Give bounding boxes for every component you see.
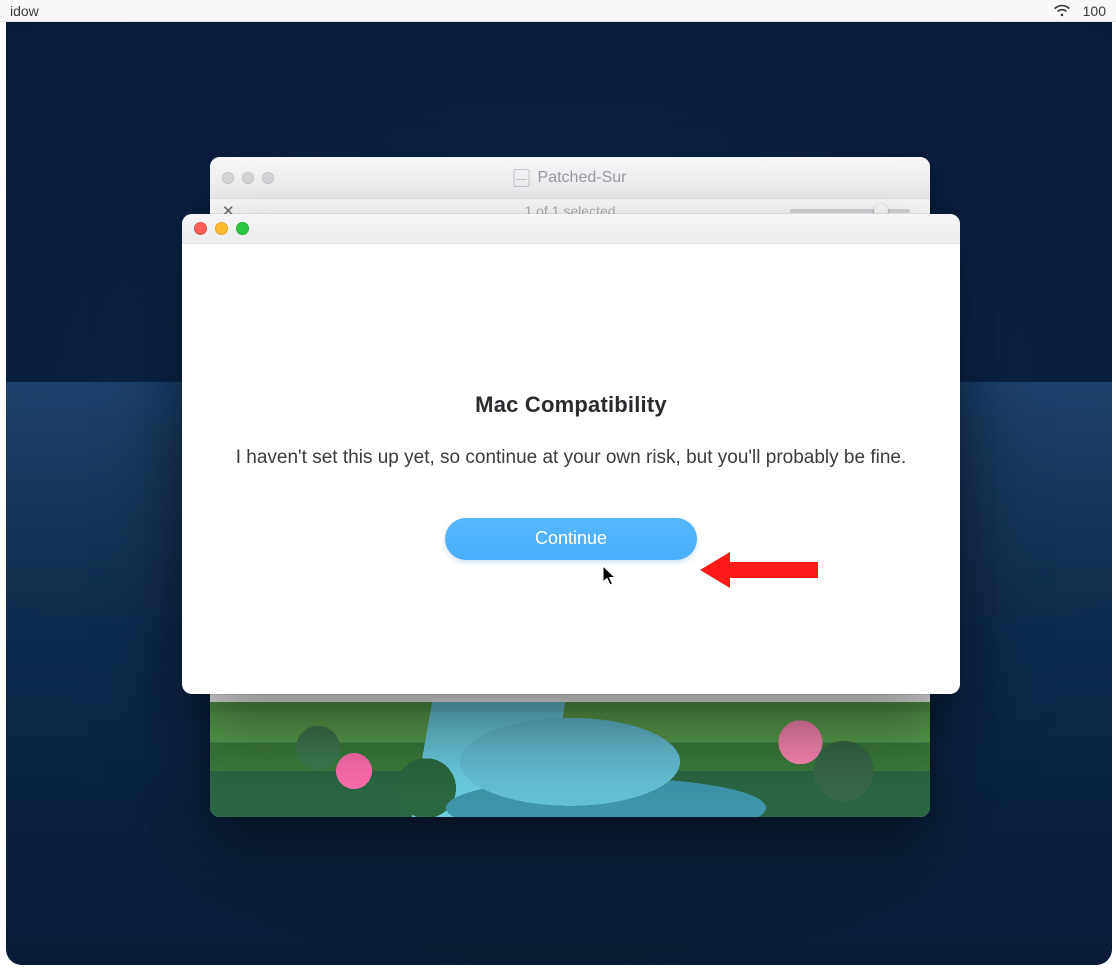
disk-icon <box>514 169 530 187</box>
battery-percentage-fragment: 100 <box>1083 3 1106 19</box>
bg-window-title: Patched-Sur <box>514 169 627 187</box>
menubar-right: 100 <box>1053 3 1106 19</box>
menubar: idow 100 <box>0 0 1116 22</box>
window-close-button[interactable] <box>194 222 207 235</box>
bg-window-artwork <box>210 702 930 817</box>
wifi-icon <box>1053 4 1071 17</box>
bg-window-traffic-lights[interactable] <box>222 172 274 184</box>
continue-button[interactable]: Continue <box>445 518 697 560</box>
traffic-lights[interactable] <box>194 222 249 235</box>
menubar-left-fragment: idow <box>10 3 39 19</box>
bg-minimize-dot-inactive[interactable] <box>242 172 254 184</box>
dialog-body: Mac Compatibility I haven't set this up … <box>182 244 960 560</box>
dialog-titlebar[interactable] <box>182 214 960 244</box>
window-zoom-button[interactable] <box>236 222 249 235</box>
window-minimize-button[interactable] <box>215 222 228 235</box>
dialog-message: I haven't set this up yet, so continue a… <box>230 444 912 472</box>
dialog-heading: Mac Compatibility <box>182 392 960 418</box>
bg-icon-size-slider[interactable] <box>790 209 910 213</box>
background-window-titlebar: Patched-Sur <box>210 157 930 199</box>
bg-window-title-text: Patched-Sur <box>538 169 627 187</box>
bg-close-dot-inactive[interactable] <box>222 172 234 184</box>
dialog-window: Mac Compatibility I haven't set this up … <box>182 214 960 694</box>
bg-zoom-dot-inactive[interactable] <box>262 172 274 184</box>
